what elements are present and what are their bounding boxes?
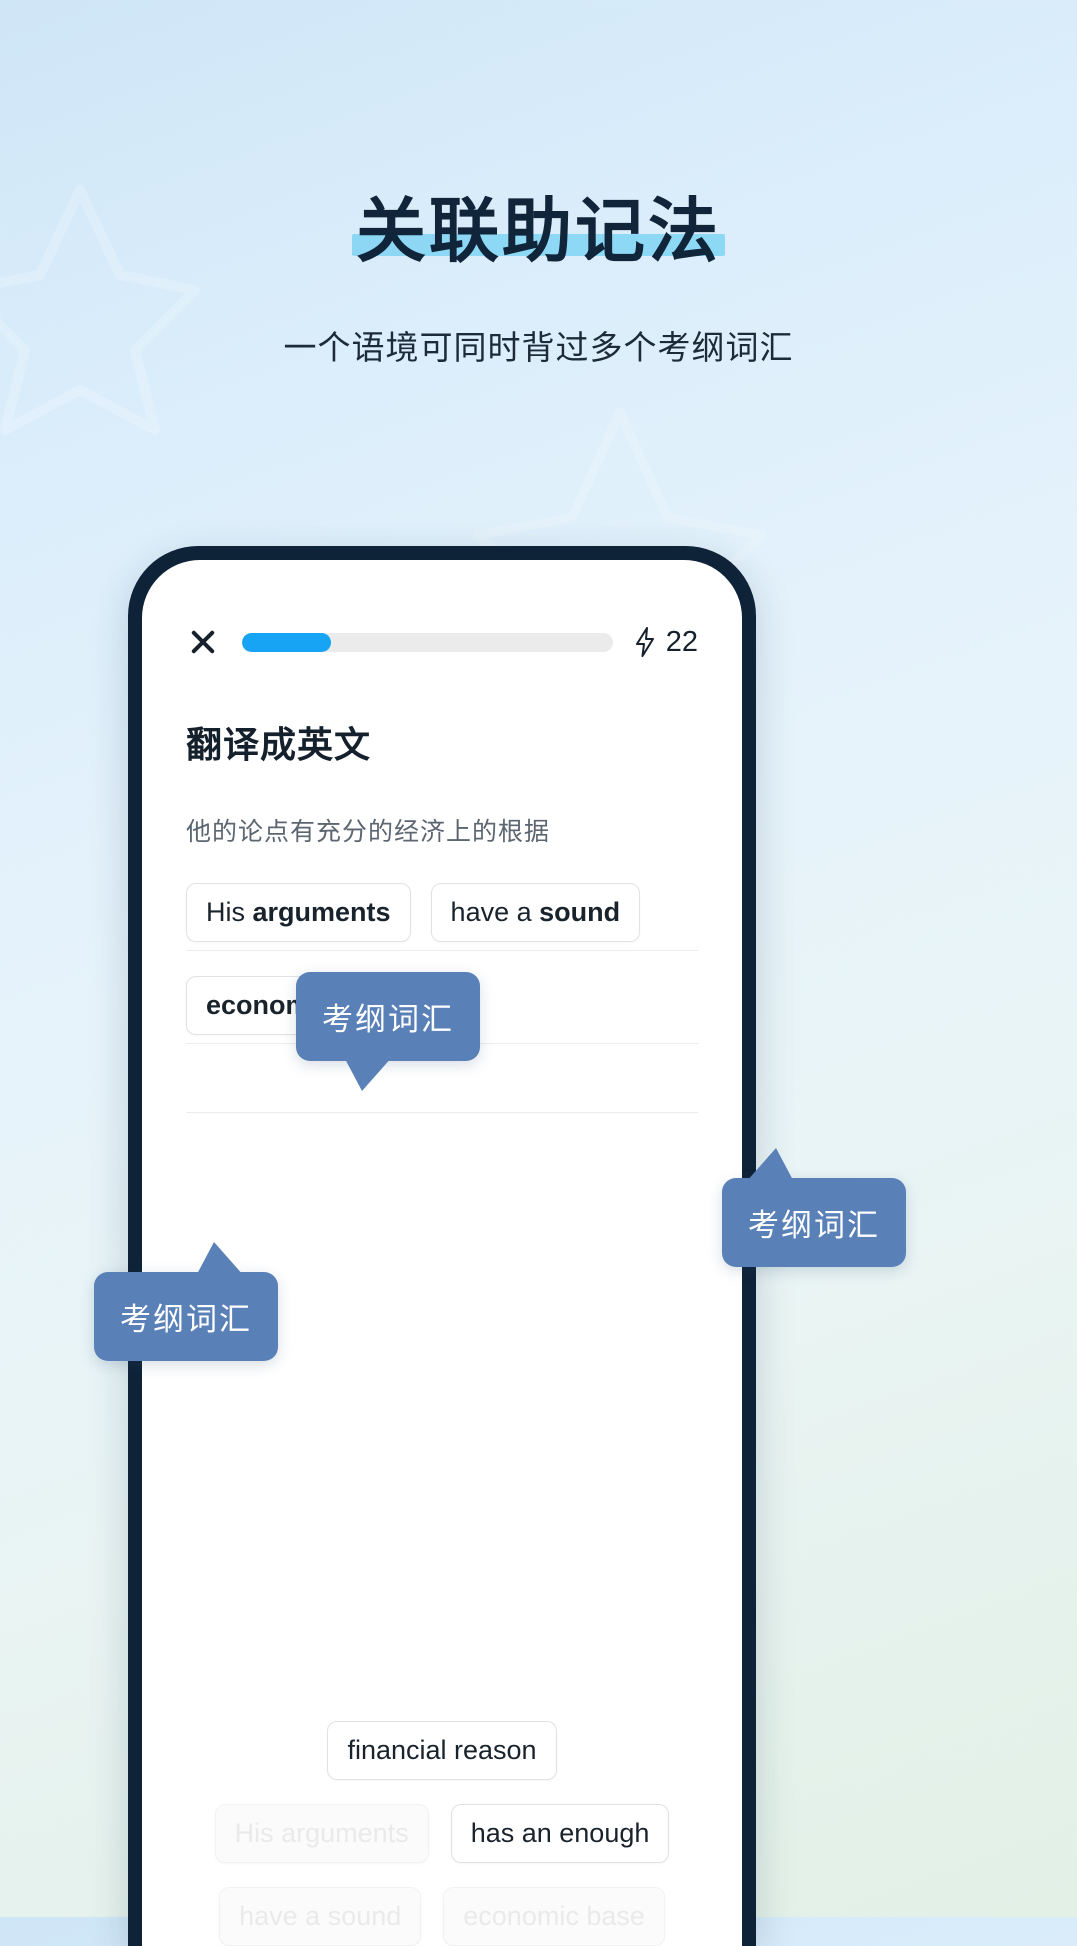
close-icon[interactable]	[186, 625, 220, 659]
word-bank: financial reason His arguments has an en…	[186, 1721, 698, 1946]
chip-keyword: sound	[539, 897, 621, 927]
app-topbar: 22	[186, 612, 698, 672]
chip-keyword: arguments	[252, 897, 391, 927]
callout-label: 考纲词汇	[748, 1208, 880, 1243]
word-bank-chip[interactable]: has an enough	[450, 1804, 670, 1863]
answer-row: His arguments have a sound	[186, 870, 698, 951]
lesson-progress-fill	[242, 632, 331, 652]
callout-tail	[344, 1057, 392, 1091]
callout-exam-vocabulary-3: 考纲词汇	[94, 1242, 278, 1361]
page-title: 关联助记法	[356, 192, 721, 270]
answer-chip[interactable]: have a sound	[430, 883, 641, 942]
word-bank-chip[interactable]: financial reason	[327, 1721, 557, 1780]
lightning-bolt-icon	[635, 627, 654, 657]
word-bank-chip-used: His arguments	[214, 1804, 429, 1863]
hero-header: 关联助记法 一个语境可同时背过多个考纲词汇	[0, 0, 1077, 369]
streak-count: 22	[665, 625, 698, 658]
callout-label: 考纲词汇	[120, 1302, 252, 1337]
page-subtitle: 一个语境可同时背过多个考纲词汇	[283, 329, 794, 366]
word-bank-row: financial reason	[186, 1721, 698, 1780]
callout-exam-vocabulary-1: 考纲词汇	[296, 972, 480, 1091]
page-title-wrapper: 关联助记法	[352, 192, 725, 270]
answer-chip[interactable]: His arguments	[186, 883, 411, 942]
callout-label: 考纲词汇	[322, 1002, 454, 1037]
streak-indicator[interactable]: 22	[633, 626, 698, 659]
chip-prefix: His	[206, 897, 253, 927]
callout-tail	[196, 1242, 244, 1276]
chip-prefix: have a	[450, 897, 540, 927]
lesson-progress-bar	[242, 632, 613, 652]
word-bank-row: His arguments has an enough	[186, 1804, 698, 1863]
exercise-source-sentence: 他的论点有充分的经济上的根据	[186, 818, 551, 846]
callout-tail	[746, 1148, 794, 1182]
callout-exam-vocabulary-2: 考纲词汇	[722, 1148, 906, 1267]
answer-row-empty	[186, 1056, 698, 1113]
exercise-prompt-title: 翻译成英文	[186, 724, 372, 765]
